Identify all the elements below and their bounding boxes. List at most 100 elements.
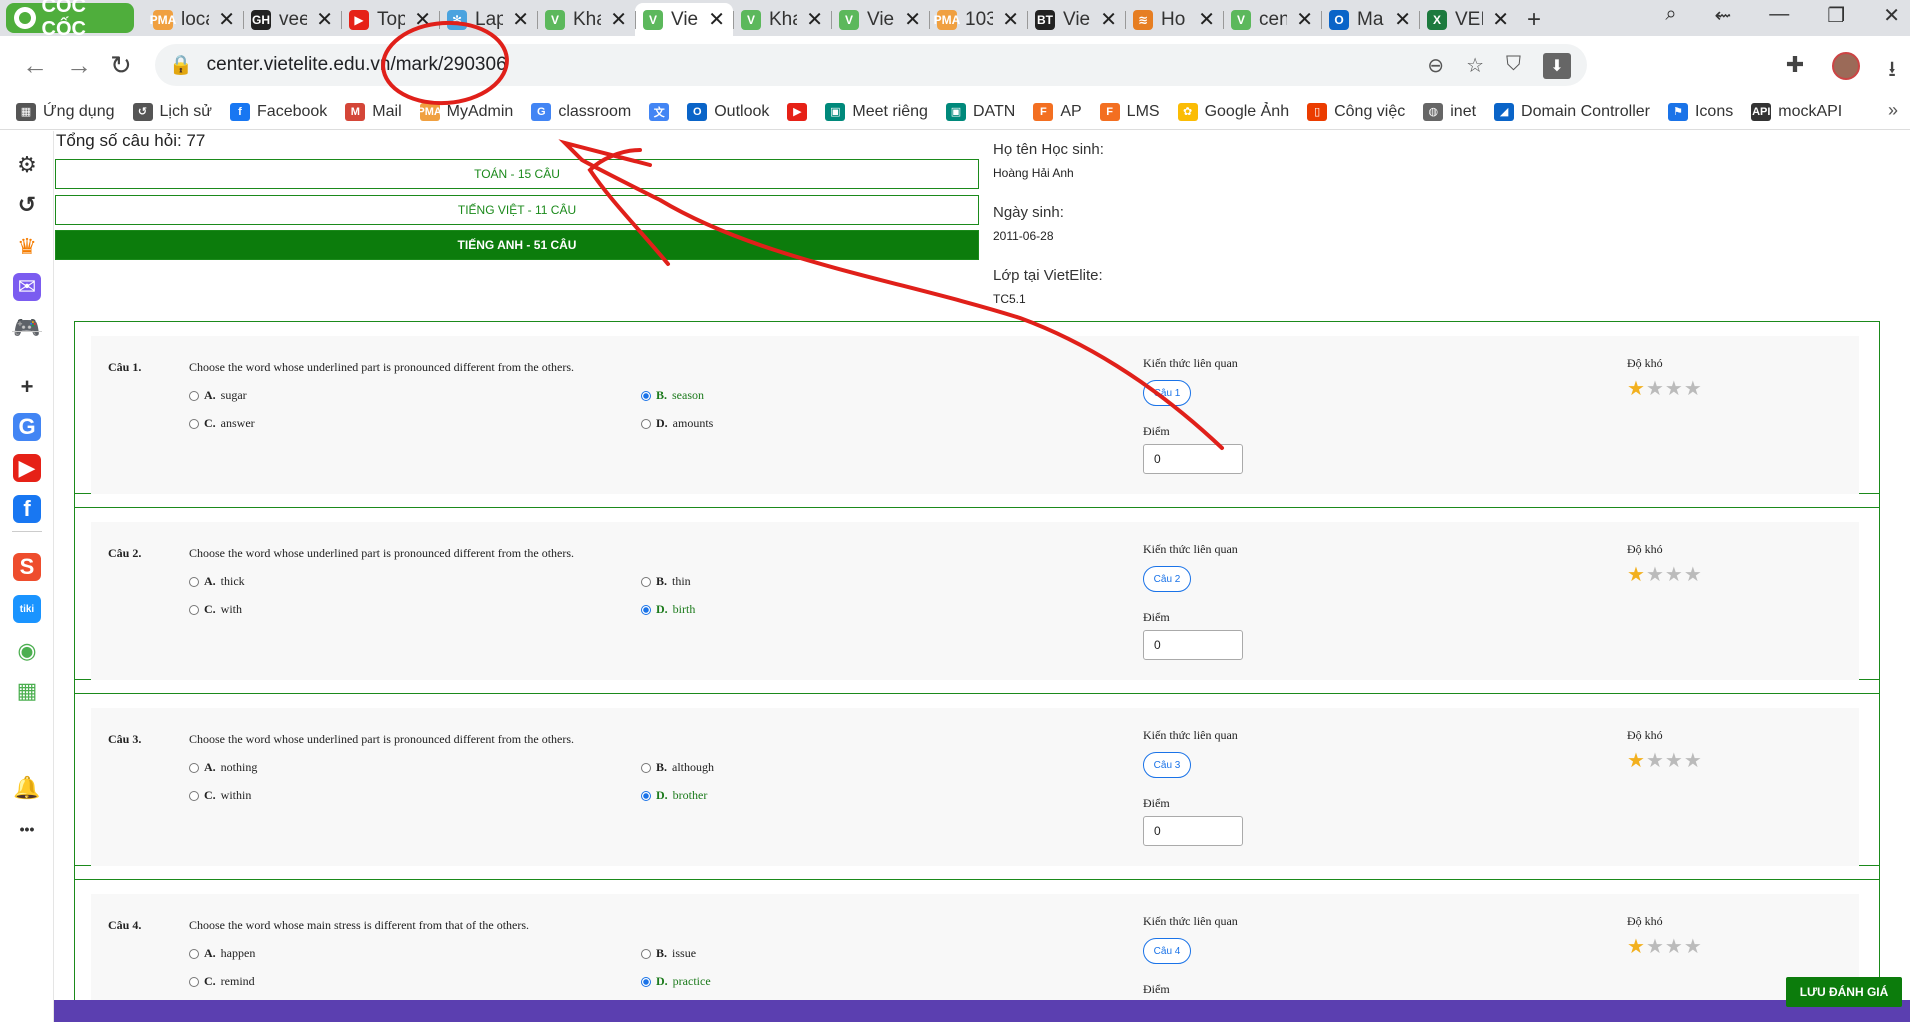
facebook-icon[interactable]: f (13, 495, 41, 523)
radio-button[interactable] (189, 948, 199, 959)
bookmark-item[interactable]: O Outlook (687, 102, 769, 121)
bookmark-item[interactable]: ▯ Công việc (1307, 102, 1405, 121)
radio-button[interactable] (189, 576, 199, 587)
star-icon[interactable]: ★ (1665, 936, 1684, 958)
answer-option[interactable]: A. thick (189, 574, 245, 589)
related-question-pill[interactable]: Câu 4 (1143, 938, 1191, 964)
minimize-button[interactable]: — (1769, 3, 1789, 28)
forward-button[interactable]: → (66, 50, 92, 81)
browser-tab[interactable]: V Vie ✕ (635, 3, 733, 36)
star-icon[interactable]: ★ (1646, 564, 1665, 586)
star-icon[interactable]: ★ (1684, 378, 1703, 400)
answer-option[interactable]: B. thin (641, 574, 691, 589)
tiki-icon[interactable]: tiki (13, 595, 41, 623)
lock-icon[interactable]: 🔒 (169, 53, 193, 77)
star-icon[interactable]: ★ (1665, 750, 1684, 772)
tab-close-icon[interactable]: ✕ (1002, 7, 1019, 32)
extensions-icon[interactable]: ✚ (1786, 52, 1804, 90)
tab-close-icon[interactable]: ✕ (610, 7, 627, 32)
messenger-icon[interactable]: ✉ (13, 273, 41, 301)
star-icon[interactable]: ★ (1627, 378, 1646, 400)
bookmarks-overflow-icon[interactable]: » (1888, 100, 1898, 121)
back-arrow-icon[interactable]: ⇜ (1715, 3, 1732, 28)
answer-option[interactable]: C. with (189, 602, 242, 617)
settings-icon[interactable]: ⚙ (13, 151, 41, 179)
score-input[interactable]: 0 (1143, 444, 1243, 474)
browser-tab[interactable]: PMA 103 ✕ (929, 3, 1027, 36)
browser-tab[interactable]: O Ma ✕ (1321, 3, 1419, 36)
radio-button[interactable] (189, 790, 199, 801)
bookmark-item[interactable]: ✿ Google Ảnh (1177, 102, 1289, 121)
difficulty-rating[interactable]: ★★★★ (1627, 376, 1703, 401)
browser-tab[interactable]: ✻ Lap ✕ (439, 3, 537, 36)
star-icon[interactable]: ★ (1665, 564, 1684, 586)
score-input[interactable]: 0 (1143, 630, 1243, 660)
back-button[interactable]: ← (22, 50, 48, 81)
related-question-pill[interactable]: Câu 3 (1143, 752, 1191, 778)
radio-button[interactable] (641, 418, 651, 429)
zoom-out-icon[interactable]: ⊖ (1427, 53, 1444, 79)
map-pin-icon[interactable]: ◉ (13, 637, 41, 665)
browser-tab[interactable]: PMAloca ✕ (145, 3, 243, 36)
tab-close-icon[interactable]: ✕ (1296, 7, 1313, 32)
reload-button[interactable]: ↻ (110, 50, 132, 81)
radio-button[interactable] (189, 604, 199, 615)
restore-button[interactable]: ❐ (1827, 3, 1845, 28)
shield-icon[interactable]: ⛉ (1506, 53, 1521, 79)
answer-option[interactable]: A. nothing (189, 760, 257, 775)
bookmark-item[interactable]: ◍ inet (1423, 102, 1476, 121)
answer-option[interactable]: B. although (641, 760, 714, 775)
save-evaluation-button[interactable]: LƯU ĐÁNH GIÁ (1786, 977, 1902, 1007)
download-video-icon[interactable]: ⬇ (1543, 53, 1571, 79)
radio-button[interactable] (641, 762, 651, 773)
difficulty-rating[interactable]: ★★★★ (1627, 934, 1703, 959)
browser-tab[interactable]: V Kha ✕ (733, 3, 831, 36)
answer-option[interactable]: B. issue (641, 946, 696, 961)
bookmark-item[interactable]: Gclassroom (531, 102, 631, 121)
bookmark-item[interactable]: API mockAPI (1751, 102, 1842, 121)
bookmark-item[interactable]: ▶ (787, 102, 808, 121)
browser-tab[interactable]: X VEI ✕ (1419, 3, 1517, 36)
bookmark-item[interactable]: ⚑ Icons (1667, 102, 1733, 121)
tab-close-icon[interactable]: ✕ (904, 7, 921, 32)
bookmark-item[interactable]: ▣ Meet riêng (825, 102, 928, 121)
radio-button[interactable] (641, 976, 651, 987)
bookmark-item[interactable]: F LMS (1099, 102, 1160, 121)
answer-option[interactable]: D. brother (641, 788, 707, 803)
browser-tab[interactable]: V Vie ✕ (831, 3, 929, 36)
bookmark-item[interactable]: f Facebook (230, 102, 327, 121)
answer-option[interactable]: B. season (641, 388, 704, 403)
radio-button[interactable] (189, 762, 199, 773)
omnibox[interactable]: 🔒 center.vietelite.edu.vn/mark/290306 ⊖ … (155, 44, 1587, 86)
radio-button[interactable] (641, 604, 651, 615)
score-input[interactable]: 0 (1143, 816, 1243, 846)
google-translate-icon[interactable]: G (13, 413, 41, 441)
difficulty-rating[interactable]: ★★★★ (1627, 562, 1703, 587)
tab-close-icon[interactable]: ✕ (414, 7, 431, 32)
bookmark-item[interactable]: ◢ Domain Controller (1494, 102, 1650, 121)
subject-tab-math[interactable]: TOÁN - 15 CÂU (55, 159, 979, 189)
subject-tab-english[interactable]: TIẾNG ANH - 51 CÂU (55, 230, 979, 260)
answer-option[interactable]: D. amounts (641, 416, 713, 431)
tab-close-icon[interactable]: ✕ (1198, 7, 1215, 32)
browser-tab[interactable]: GH vee ✕ (243, 3, 341, 36)
radio-button[interactable] (641, 390, 651, 401)
radio-button[interactable] (641, 576, 651, 587)
crown-icon[interactable]: ♛ (13, 233, 41, 261)
bookmark-item[interactable]: PMA MyAdmin (417, 102, 513, 121)
answer-option[interactable]: C. answer (189, 416, 255, 431)
difficulty-rating[interactable]: ★★★★ (1627, 748, 1703, 773)
star-icon[interactable]: ★ (1646, 378, 1665, 400)
tab-close-icon[interactable]: ✕ (806, 7, 823, 32)
tab-close-icon[interactable]: ✕ (1100, 7, 1117, 32)
tab-close-icon[interactable]: ✕ (1492, 7, 1509, 32)
bookmark-star-icon[interactable]: ☆ (1466, 53, 1484, 79)
star-icon[interactable]: ★ (1627, 750, 1646, 772)
tab-close-icon[interactable]: ✕ (316, 7, 333, 32)
bookmark-item[interactable]: ▦ Ứng dụng (16, 102, 115, 121)
shopee-icon[interactable]: S (13, 553, 41, 581)
bookmark-item[interactable]: 文 (649, 102, 670, 121)
answer-option[interactable]: A. sugar (189, 388, 247, 403)
browser-tab[interactable]: V Kha ✕ (537, 3, 635, 36)
close-window-button[interactable]: ✕ (1883, 3, 1900, 28)
